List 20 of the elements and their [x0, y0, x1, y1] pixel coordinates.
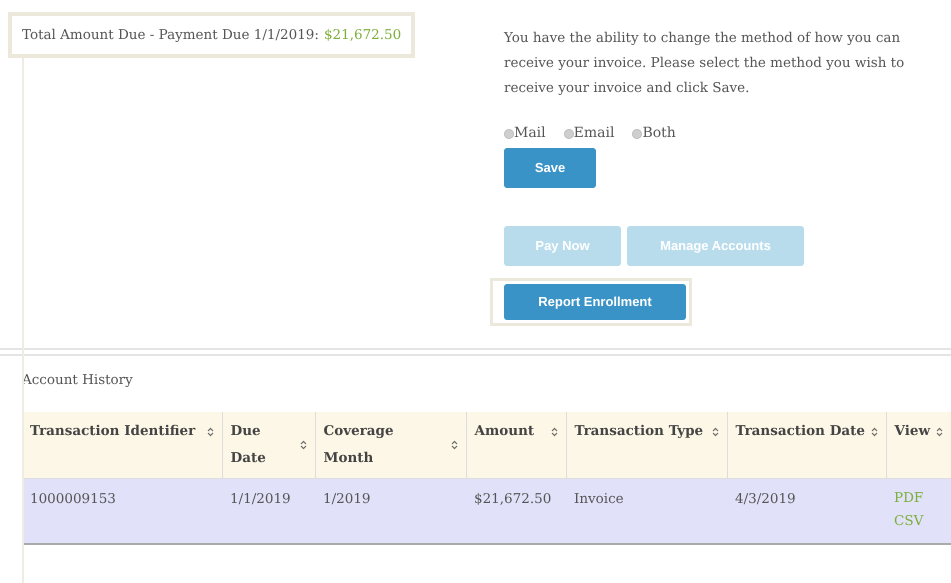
invoice-instructions: You have the ability to change the method of how you can receive your invoice. Please select the method you wish to receive your invoice and click Save.	[504, 29, 906, 98]
table-cell: 1/2019	[323, 491, 370, 507]
sort-icon[interactable]	[550, 426, 558, 436]
sort-icon[interactable]	[450, 440, 458, 450]
section-title: Account History	[22, 371, 134, 390]
table-cell: Invoice	[574, 491, 624, 507]
radio-option[interactable]: Both	[632, 123, 676, 144]
table-cell: 1000009153	[30, 491, 116, 507]
total-due-amount: $21,672.50	[324, 26, 402, 45]
sort-icon[interactable]	[870, 426, 878, 436]
table-cell: 4/3/2019	[735, 491, 796, 507]
sort-icon[interactable]	[300, 440, 306, 450]
total-due-label: Total Amount Due - Payment Due 1/1/2019:	[22, 26, 319, 45]
sort-icon[interactable]	[206, 426, 214, 436]
table-cell: $21,672.50	[474, 491, 552, 507]
sort-icon[interactable]	[936, 426, 942, 436]
sort-icon[interactable]	[712, 426, 718, 436]
radio-option[interactable]: Email	[564, 123, 614, 144]
table-cell: 1/1/2019	[230, 491, 291, 507]
radio-option[interactable]: Mail	[504, 123, 546, 144]
